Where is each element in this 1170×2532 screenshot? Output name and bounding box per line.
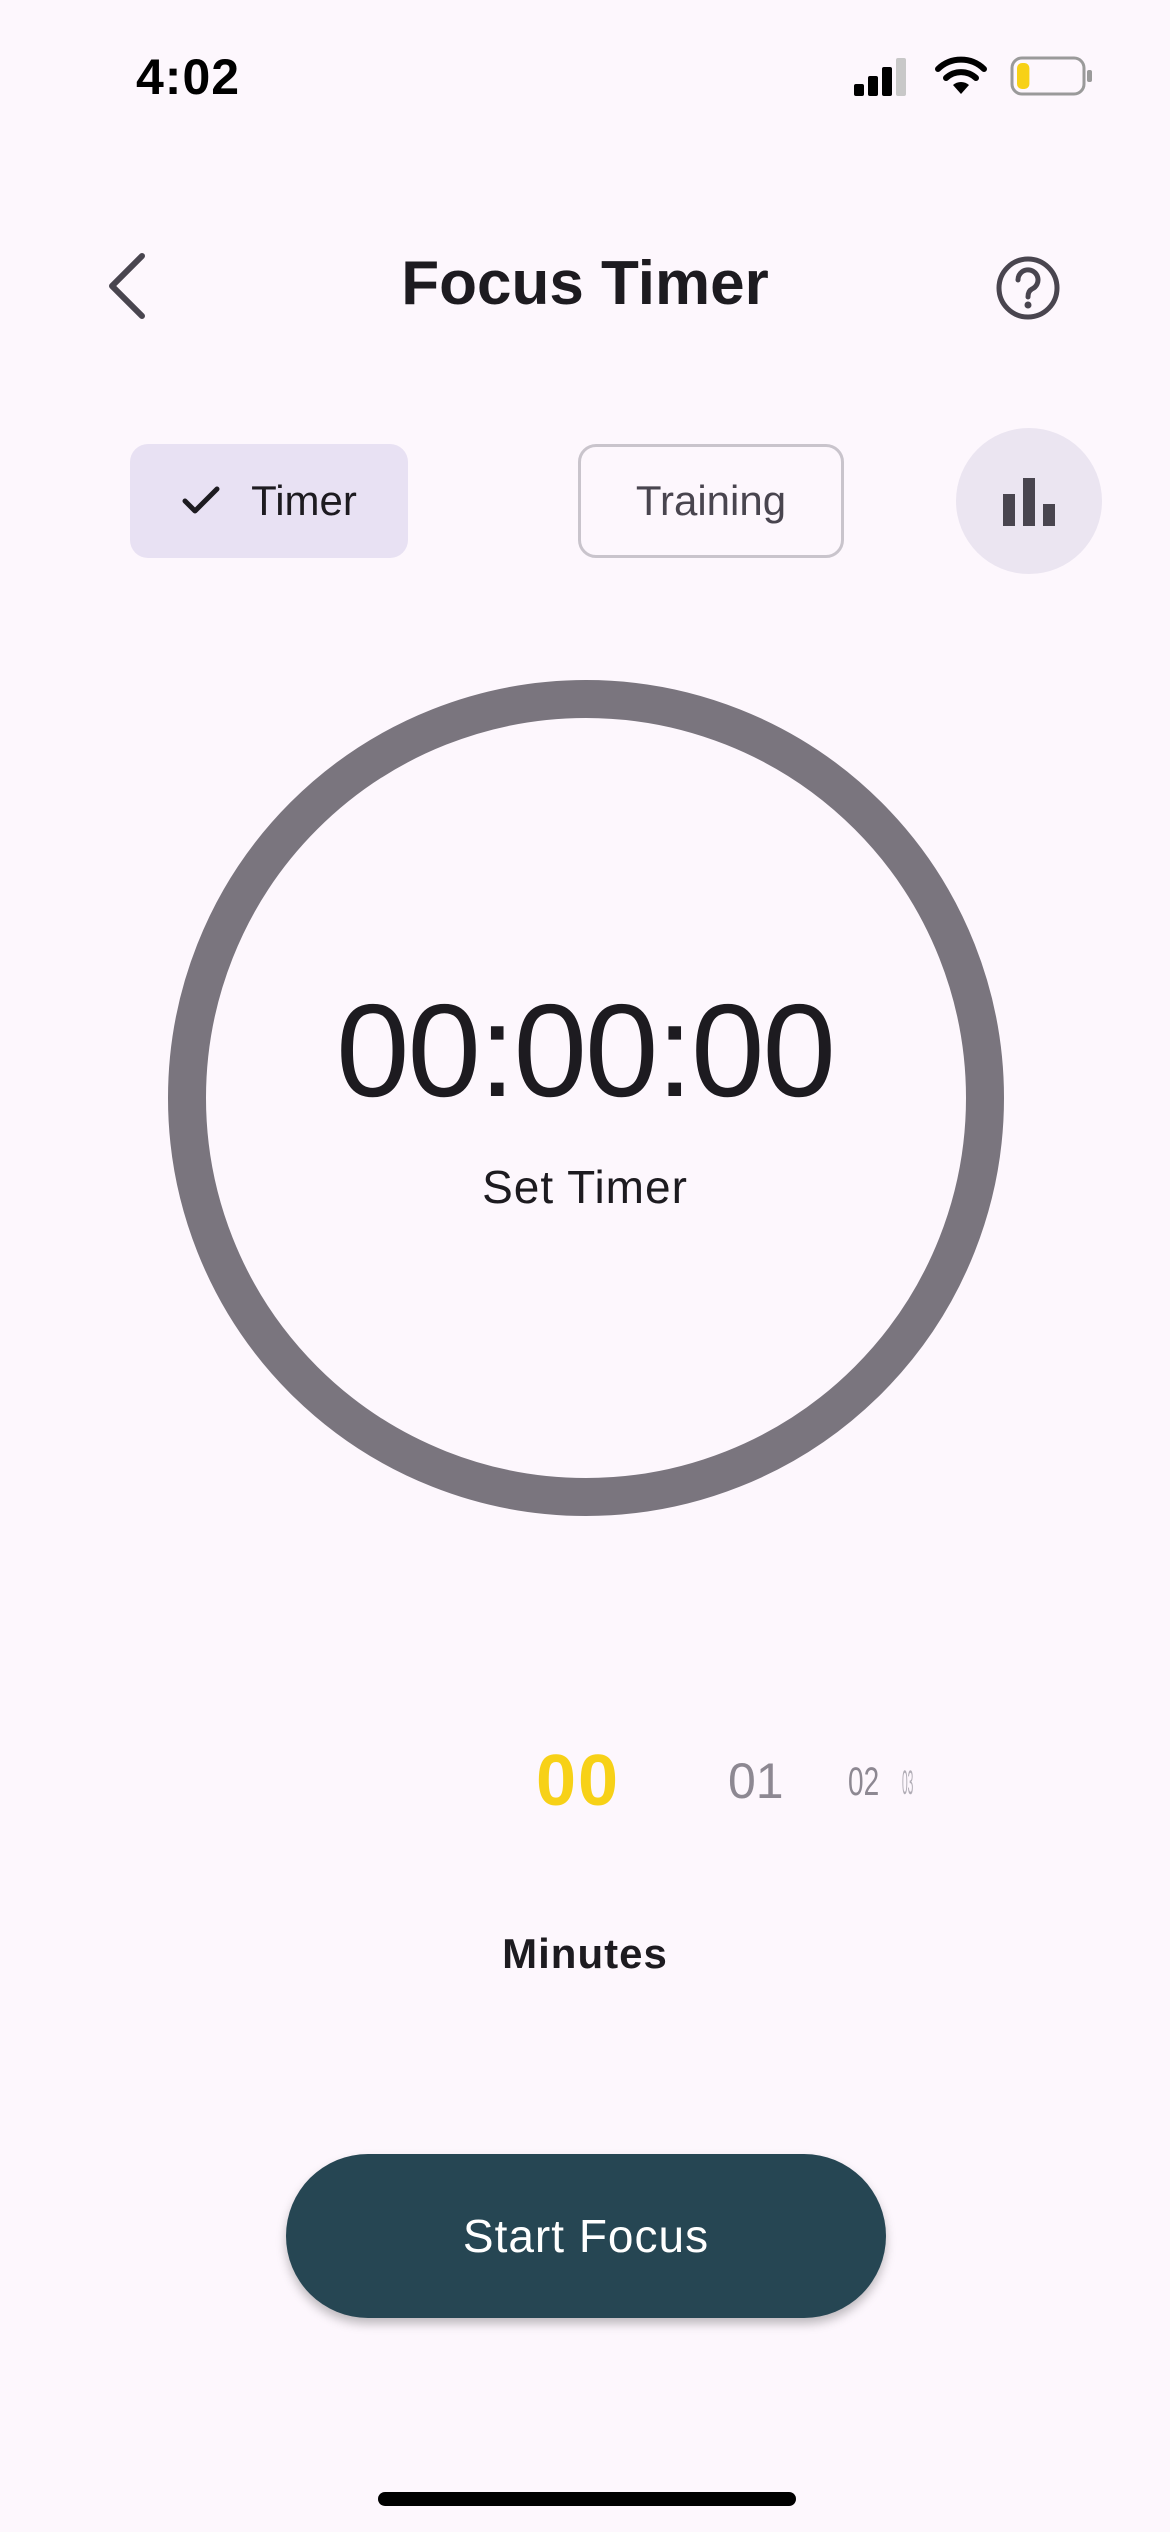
bar-chart-icon	[1003, 478, 1055, 526]
picker-selected-value[interactable]: 00	[536, 1740, 620, 1822]
tab-training-label: Training	[635, 477, 787, 524]
battery-icon	[1010, 56, 1092, 96]
picker-option[interactable]: 03	[902, 1764, 913, 1803]
picker-unit-label: Minutes	[502, 1930, 668, 1977]
help-button[interactable]	[992, 252, 1064, 324]
tab-training[interactable]: Training	[578, 444, 844, 558]
focus-timer-screen: 4:02 Focus Timer Timer Training 00:00:00…	[0, 0, 1170, 2532]
wifi-icon	[935, 56, 987, 94]
help-circle-icon	[996, 256, 1060, 320]
status-icons	[852, 56, 1094, 96]
home-indicator[interactable]	[378, 2492, 796, 2506]
check-icon	[182, 486, 220, 514]
signal-icon	[854, 58, 906, 96]
stats-button[interactable]	[956, 428, 1102, 574]
timer-status-label: Set Timer	[482, 1161, 688, 1213]
tab-timer-label: Timer	[251, 477, 357, 524]
timer-display: 00:00:00	[336, 977, 836, 1124]
status-time: 4:02	[136, 49, 241, 105]
start-focus-button[interactable]: Start Focus	[286, 2154, 886, 2318]
tab-timer[interactable]: Timer	[130, 444, 408, 558]
picker-option[interactable]: 01	[728, 1752, 784, 1810]
picker-option[interactable]: 02	[848, 1760, 879, 1805]
